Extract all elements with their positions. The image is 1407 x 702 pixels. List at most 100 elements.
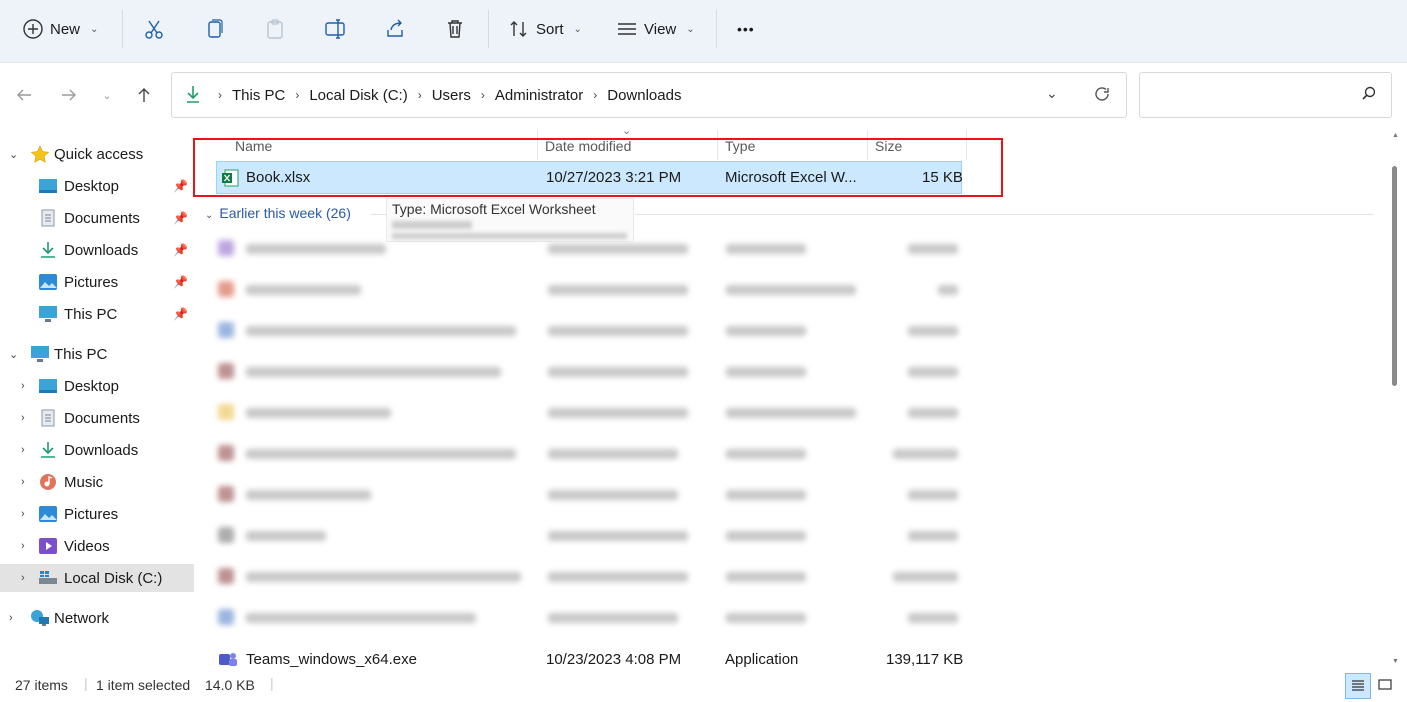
- tiles-view-icon: [1378, 679, 1392, 690]
- file-name: Teams_windows_x64.exe: [246, 651, 417, 668]
- sidebar-label: Documents: [64, 409, 140, 427]
- more-icon: •••: [737, 21, 755, 37]
- forward-arrow-icon[interactable]: [58, 84, 80, 106]
- file-tooltip: Type: Microsoft Excel Worksheet: [386, 198, 634, 242]
- sidebar-label: Network: [54, 609, 110, 627]
- chevron-right-icon: ›: [295, 88, 300, 102]
- scroll-up-icon[interactable]: ▲: [1392, 132, 1399, 139]
- back-arrow-icon[interactable]: [13, 84, 35, 106]
- search-input[interactable]: [1139, 72, 1392, 118]
- sidebar-item-pictures[interactable]: Pictures 📌: [0, 268, 194, 296]
- refresh-icon[interactable]: [1093, 85, 1111, 106]
- scroll-down-icon[interactable]: ▼: [1392, 658, 1399, 665]
- sidebar-item-pc-downloads[interactable]: › Downloads: [0, 436, 194, 464]
- sidebar-item-quick-access[interactable]: ⌄ Quick access: [0, 140, 194, 168]
- breadcrumb-users[interactable]: Users: [426, 87, 477, 104]
- sidebar-item-network[interactable]: › Network: [0, 604, 194, 632]
- sidebar-label: Videos: [64, 537, 110, 555]
- new-button[interactable]: New ⌄: [22, 12, 98, 46]
- scroll-thumb[interactable]: [1392, 166, 1397, 386]
- chevron-right-icon: ›: [21, 508, 25, 520]
- rename-button[interactable]: [324, 12, 346, 46]
- chevron-right-icon: ›: [21, 540, 25, 552]
- plus-circle-icon: [22, 18, 44, 40]
- download-icon: [38, 441, 58, 459]
- share-button[interactable]: [384, 12, 406, 46]
- video-icon: [38, 537, 58, 555]
- sidebar-item-desktop[interactable]: Desktop 📌: [0, 172, 194, 200]
- trash-icon: [444, 18, 466, 40]
- delete-button[interactable]: [444, 12, 466, 46]
- tiles-view-button[interactable]: [1373, 673, 1397, 697]
- sidebar-label: Documents: [64, 209, 140, 227]
- sidebar-item-downloads[interactable]: Downloads 📌: [0, 236, 194, 264]
- sidebar-label: Downloads: [64, 241, 139, 259]
- chevron-down-icon: ⌄: [9, 148, 19, 161]
- group-header[interactable]: ⌄ Earlier this week (26): [205, 205, 351, 221]
- recent-locations-chevron-icon[interactable]: ⌄: [96, 84, 118, 106]
- sidebar-item-this-pc[interactable]: ⌄ This PC: [0, 340, 194, 368]
- view-label: View: [644, 20, 677, 38]
- sidebar-item-videos[interactable]: › Videos: [0, 532, 194, 560]
- chevron-right-icon: ›: [21, 572, 25, 584]
- sidebar-label: Desktop: [64, 177, 120, 195]
- sidebar-item-this-pc-pinned[interactable]: This PC 📌: [0, 300, 194, 328]
- chevron-right-icon: ›: [218, 88, 222, 102]
- documents-icon: [38, 209, 58, 227]
- breadcrumb-this-pc[interactable]: This PC: [226, 87, 291, 104]
- computer-icon: [38, 305, 58, 323]
- file-type: Application: [725, 651, 799, 668]
- documents-icon: [38, 409, 58, 427]
- chevron-right-icon: ›: [593, 88, 598, 102]
- chevron-right-icon: ›: [480, 88, 485, 102]
- pin-icon: 📌: [173, 211, 188, 225]
- breadcrumb-downloads[interactable]: Downloads: [601, 87, 687, 104]
- paste-button[interactable]: [264, 12, 286, 46]
- cut-button[interactable]: [143, 12, 165, 46]
- chevron-right-icon: ›: [21, 476, 25, 488]
- breadcrumb-local-disk[interactable]: Local Disk (C:): [303, 87, 413, 104]
- details-view-button[interactable]: [1345, 673, 1371, 699]
- clipboard-icon: [264, 18, 286, 40]
- file-size: 139,117 KB: [886, 651, 964, 668]
- sidebar-item-pc-pictures[interactable]: › Pictures: [0, 500, 194, 528]
- copy-button[interactable]: [204, 12, 226, 46]
- vertical-scrollbar[interactable]: ▲ ▼: [1390, 130, 1402, 670]
- table-row[interactable]: Teams_windows_x64.exe 10/23/2023 4:08 PM…: [218, 648, 968, 670]
- new-label: New: [50, 20, 81, 38]
- computer-icon: [30, 345, 50, 363]
- sidebar-item-music[interactable]: › Music: [0, 468, 194, 496]
- view-icon: [616, 18, 638, 40]
- address-bar[interactable]: › This PC › Local Disk (C:) › Users › Ad…: [171, 72, 1127, 118]
- sort-icon: [508, 18, 530, 40]
- sidebar-item-pc-desktop[interactable]: › Desktop: [0, 372, 194, 400]
- address-history-chevron-icon[interactable]: ⌄: [1046, 85, 1058, 102]
- tooltip-type: Type: Microsoft Excel Worksheet: [392, 201, 596, 217]
- selection-size: 14.0 KB: [205, 677, 255, 693]
- chevron-right-icon: ›: [21, 444, 25, 456]
- sort-indicator-icon: ⌄: [622, 125, 632, 137]
- chevron-down-icon: ⌄: [205, 210, 214, 221]
- chevron-right-icon: ›: [417, 88, 422, 102]
- sort-label: Sort: [536, 20, 564, 38]
- sidebar-label: Pictures: [64, 505, 119, 523]
- chevron-right-icon: ›: [21, 380, 25, 392]
- rename-icon: [324, 18, 346, 40]
- view-button[interactable]: View ⌄: [616, 12, 695, 46]
- sidebar-item-local-disk[interactable]: › Local Disk (C:): [0, 564, 194, 592]
- sort-button[interactable]: Sort ⌄: [508, 12, 582, 46]
- up-arrow-icon[interactable]: [133, 84, 155, 106]
- drive-icon: [38, 569, 58, 587]
- sidebar-label: Downloads: [64, 441, 139, 459]
- sidebar-label: Music: [64, 473, 104, 491]
- sidebar-item-pc-documents[interactable]: › Documents: [0, 404, 194, 432]
- sidebar-label: Local Disk (C:): [64, 569, 163, 587]
- pictures-icon: [38, 273, 58, 291]
- sidebar-item-documents[interactable]: Documents 📌: [0, 204, 194, 232]
- breadcrumb-administrator[interactable]: Administrator: [489, 87, 589, 104]
- chevron-down-icon: ⌄: [90, 23, 99, 35]
- more-options-button[interactable]: •••: [737, 12, 755, 46]
- copy-icon: [204, 18, 226, 40]
- star-icon: [30, 145, 50, 163]
- sidebar-label: Quick access: [54, 145, 144, 163]
